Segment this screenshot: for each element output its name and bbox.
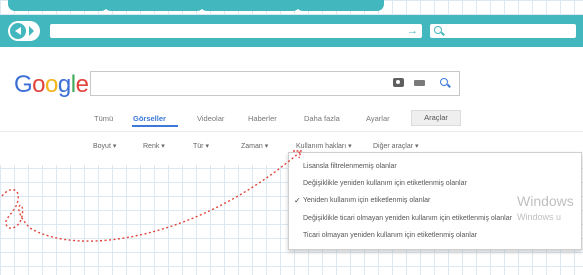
pointer-arrow-path: [1, 151, 301, 242]
dotted-pointer-arrow: [1, 150, 302, 242]
